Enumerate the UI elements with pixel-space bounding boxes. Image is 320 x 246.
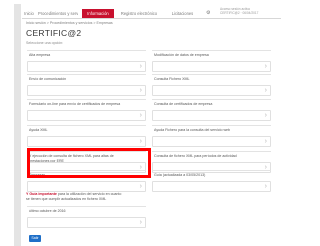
option-ayuda-servicio-web: Ayuda Fichero para la consulta del servi… <box>152 125 271 147</box>
chevron-right-icon: › <box>139 138 142 145</box>
chevron-right-icon: › <box>264 112 267 119</box>
option-button[interactable]: › <box>27 217 146 228</box>
option-label: Formulario on-line para envío de certifi… <box>29 102 121 106</box>
chevron-right-icon: › <box>264 87 267 94</box>
option-button[interactable]: › <box>152 136 271 147</box>
option-button[interactable]: › <box>27 85 146 96</box>
chevron-right-icon: › <box>139 63 142 70</box>
info-note: Y Guía importante para la utilización de… <box>26 192 124 201</box>
option-consulta-fichero-xml: Consulta Fichero XML › <box>152 74 271 96</box>
option-label: Modificación de datos de empresa <box>154 53 209 57</box>
option-label: Consulta de fichero XML para períodos de… <box>154 154 237 158</box>
option-label: Ayuda Fichero para la consulta del servi… <box>154 128 231 132</box>
note-highlight: Y Guía importante <box>26 192 57 196</box>
tab-informacion[interactable]: Información <box>82 9 114 18</box>
option-fecha-documento: último octubre de 2016 › <box>27 206 146 228</box>
exit-button[interactable]: Salir <box>29 235 41 242</box>
tab-licitaciones[interactable]: Licitaciones <box>164 9 201 18</box>
option-button[interactable]: › <box>27 181 146 192</box>
option-label: Alta empresa <box>29 53 51 57</box>
option-button[interactable]: › <box>27 136 146 147</box>
option-label: Consulta de certificados de empresa <box>154 102 213 106</box>
page-title: CERTIFIC@2 <box>26 28 82 38</box>
option-button[interactable]: › <box>152 181 271 192</box>
option-label: Consulta Fichero XML <box>154 77 190 81</box>
chevron-right-icon: › <box>264 63 267 70</box>
chevron-right-icon: › <box>139 219 142 226</box>
page-frame: Inicio Procedimientos y servicios Inform… <box>0 0 281 246</box>
chevron-right-icon: › <box>139 112 142 119</box>
tab-procedimientos[interactable]: Procedimientos y servicios <box>38 9 78 18</box>
option-label: Ayuda XML <box>29 128 48 132</box>
chevron-right-icon: › <box>264 183 267 190</box>
chevron-right-icon: › <box>139 87 142 94</box>
highlight-box <box>27 148 151 178</box>
chevron-right-icon: › <box>264 138 267 145</box>
user-session-line-2: CERTIFIC@2 · 06/04/2017 <box>220 10 259 15</box>
option-modificacion-datos: Modificación de datos de empresa › <box>152 50 271 72</box>
user-session-info: Acceso sesión activa CERTIFIC@2 · 06/04/… <box>220 7 280 18</box>
option-ayuda-xml: Ayuda XML › <box>27 125 146 147</box>
option-button[interactable]: › <box>27 61 146 72</box>
tab-registro-electronico[interactable]: Registro electrónico <box>117 9 161 18</box>
option-guia: Guía (actualizada a 03/05/2013) › <box>152 170 271 192</box>
option-envio-comunicacion: Envío de comunicación › <box>27 74 146 96</box>
chevron-right-icon: › <box>139 183 142 190</box>
option-button[interactable]: › <box>152 85 271 96</box>
option-label: Guía (actualizada a 03/05/2013) <box>154 173 206 177</box>
gear-icon[interactable]: ⚙ <box>206 10 212 16</box>
page-subtitle: Seleccione una opción: <box>26 41 64 45</box>
top-navigation: Inicio Procedimientos y servicios Inform… <box>22 7 281 19</box>
option-consulta-certificados: Consulta de certificados de empresa › <box>152 99 271 121</box>
option-button[interactable]: › <box>27 110 146 121</box>
option-alta-empresa: Alta empresa › <box>27 50 146 72</box>
left-margin-bar <box>14 4 21 246</box>
option-formulario-certificados: Formulario on-line para envío de certifi… <box>27 99 146 121</box>
option-button[interactable]: › <box>152 110 271 121</box>
tab-inicio[interactable]: Inicio <box>23 9 35 18</box>
breadcrumb: Inicio sesión > Procedimientos y servici… <box>26 21 113 25</box>
option-label: último octubre de 2016 <box>29 209 66 213</box>
option-label: Envío de comunicación <box>29 77 67 81</box>
option-button[interactable]: › <box>152 61 271 72</box>
